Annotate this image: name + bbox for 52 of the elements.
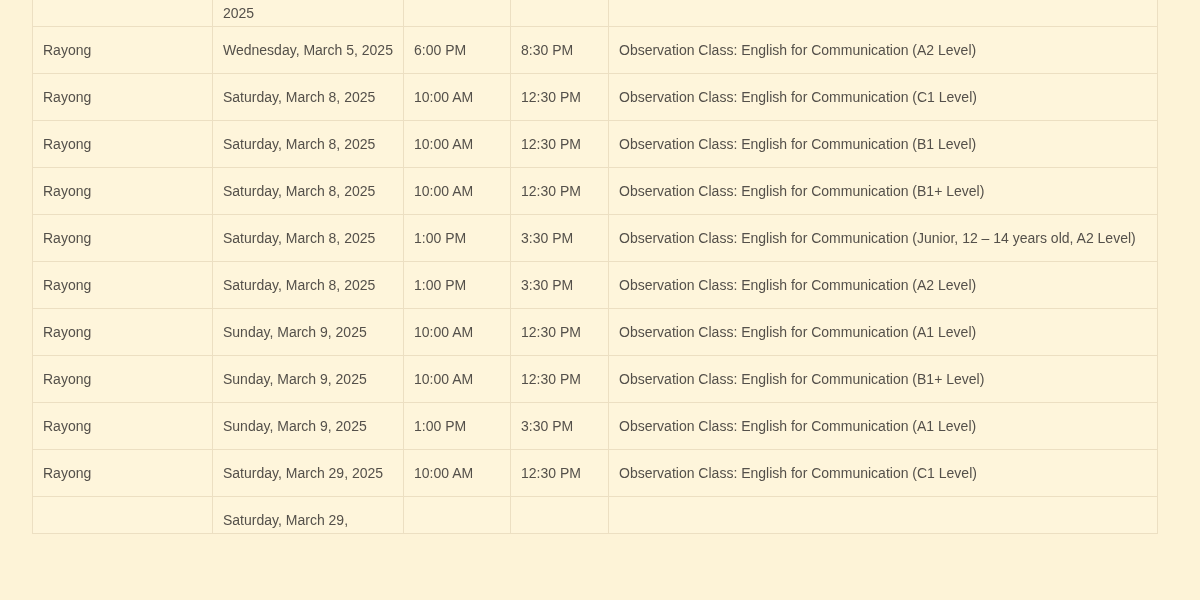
- end-time-cell: 3:30 PM: [521, 418, 574, 434]
- start-time-cell: 10:00 AM: [414, 371, 474, 387]
- start-time-cell: 10:00 AM: [414, 136, 474, 152]
- end-time-cell: 12:30 PM: [521, 183, 581, 199]
- location-cell: Rayong: [43, 89, 92, 105]
- start-time-cell: 1:00 PM: [414, 418, 467, 434]
- end-time-cell: 3:30 PM: [521, 277, 574, 293]
- date-cell: 2025: [223, 5, 255, 21]
- location-cell: Rayong: [43, 324, 92, 340]
- location-cell: Rayong: [43, 418, 92, 434]
- class-name-cell: Observation Class: English for Communication (A2 Level): [619, 42, 977, 58]
- date-cell: Saturday, March 8, 2025: [223, 136, 376, 152]
- location-cell: Rayong: [43, 277, 92, 293]
- location-cell: Rayong: [43, 371, 92, 387]
- end-time-cell: 12:30 PM: [521, 136, 581, 152]
- class-name-cell: Observation Class: English for Communication (C1 Level): [619, 465, 977, 481]
- class-name-cell: Observation Class: English for Communication (B1+ Level): [619, 371, 985, 387]
- class-name-cell: Observation Class: English for Communication (A1 Level): [619, 324, 977, 340]
- start-time-cell: 10:00 AM: [414, 183, 474, 199]
- end-time-cell: 12:30 PM: [521, 89, 581, 105]
- location-cell: Rayong: [43, 136, 92, 152]
- location-cell: Rayong: [43, 183, 92, 199]
- date-cell: Saturday, March 8, 2025: [223, 277, 376, 293]
- location-cell: Rayong: [43, 42, 92, 58]
- date-cell: Saturday, March 8, 2025: [223, 183, 376, 199]
- start-time-cell: 6:00 PM: [414, 42, 467, 58]
- date-cell: Wednesday, March 5, 2025: [223, 42, 393, 58]
- end-time-cell: 12:30 PM: [521, 465, 581, 481]
- class-name-cell: Observation Class: English for Communication (Junior, 12 – 14 years old, A2 Level): [619, 230, 1136, 246]
- start-time-cell: 10:00 AM: [414, 324, 474, 340]
- date-cell: Sunday, March 9, 2025: [223, 371, 367, 387]
- end-time-cell: 8:30 PM: [521, 42, 574, 58]
- class-name-cell: Observation Class: English for Communication (C1 Level): [619, 89, 977, 105]
- start-time-cell: 10:00 AM: [414, 465, 474, 481]
- date-cell: Sunday, March 9, 2025: [223, 418, 367, 434]
- date-cell: Saturday, March 8, 2025: [223, 230, 376, 246]
- class-name-cell: Observation Class: English for Communication (A2 Level): [619, 277, 977, 293]
- end-time-cell: 3:30 PM: [521, 230, 574, 246]
- class-name-cell: Observation Class: English for Communication (B1 Level): [619, 136, 977, 152]
- location-cell: Rayong: [43, 465, 92, 481]
- date-cell: Saturday, March 29,: [223, 512, 349, 528]
- end-time-cell: 12:30 PM: [521, 371, 581, 387]
- start-time-cell: 1:00 PM: [414, 230, 467, 246]
- date-cell: Saturday, March 29, 2025: [223, 465, 384, 481]
- class-name-cell: Observation Class: English for Communication (A1 Level): [619, 418, 977, 434]
- start-time-cell: 10:00 AM: [414, 89, 474, 105]
- location-cell: Rayong: [43, 230, 92, 246]
- date-cell: Sunday, March 9, 2025: [223, 324, 367, 340]
- end-time-cell: 12:30 PM: [521, 324, 581, 340]
- start-time-cell: 1:00 PM: [414, 277, 467, 293]
- class-name-cell: Observation Class: English for Communication (B1+ Level): [619, 183, 985, 199]
- date-cell: Saturday, March 8, 2025: [223, 89, 376, 105]
